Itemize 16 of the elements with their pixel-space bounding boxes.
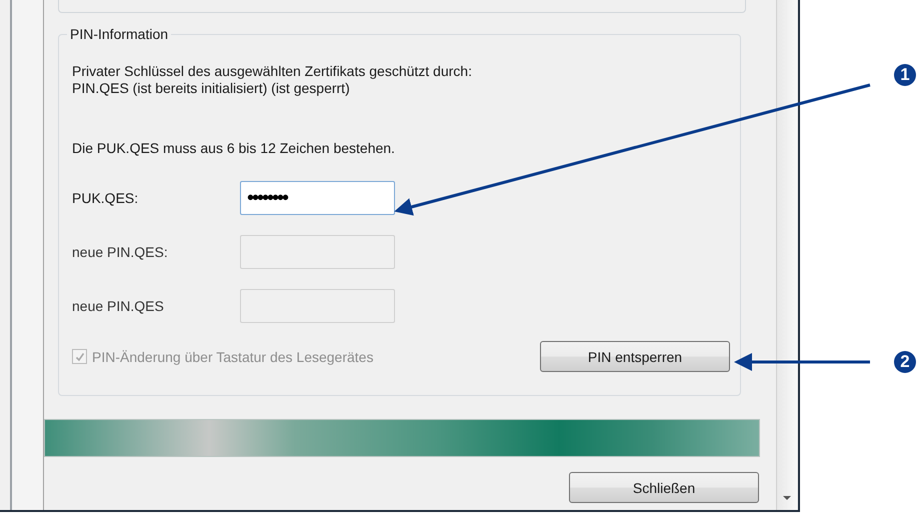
unlock-button[interactable]: PIN entsperren bbox=[540, 341, 730, 372]
field-label: PUK.QES: bbox=[72, 190, 140, 206]
group-title: PIN-Information bbox=[67, 26, 172, 42]
info-text: Privater Schlüssel des ausgewählten Zertifikats geschützt durch: bbox=[72, 63, 473, 80]
close-button[interactable]: Schließen bbox=[569, 472, 759, 503]
scroll-down-icon[interactable] bbox=[783, 496, 791, 500]
field-label: neue PIN.QES bbox=[72, 298, 165, 314]
scrollbar[interactable] bbox=[776, 0, 797, 510]
field-label: neue PIN.QES: bbox=[72, 244, 169, 260]
callout-number: 1 bbox=[894, 64, 916, 86]
check-icon bbox=[74, 352, 84, 362]
hint-text: Die PUK.QES muss aus 6 bis 12 Zeichen bestehen. bbox=[72, 140, 396, 157]
input-field[interactable]: •••••••• bbox=[240, 181, 395, 215]
info-text: PIN.QES (ist bereits initialisiert) (ist gesperrt) bbox=[72, 80, 351, 97]
callout-number: 2 bbox=[894, 351, 916, 373]
checkbox-label: PIN-Änderung über Tastatur des Lesegerätes bbox=[92, 348, 374, 364]
